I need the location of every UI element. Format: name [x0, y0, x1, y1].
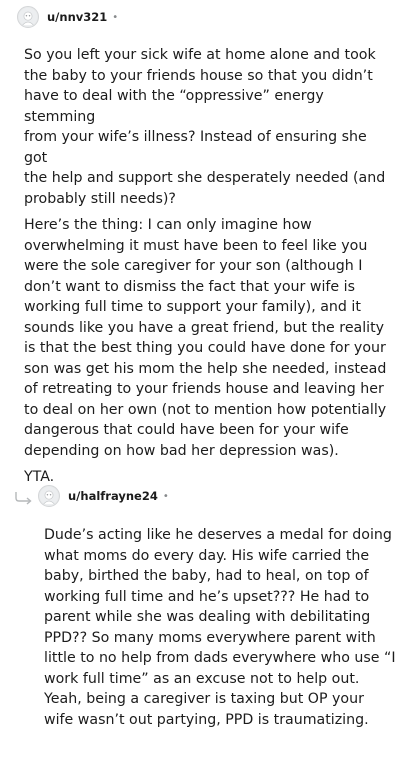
comment-body: So you left your sick wife at home alone… — [24, 45, 394, 488]
comment-header: u/nnv321 • — [17, 6, 118, 28]
default-avatar-icon — [39, 486, 59, 506]
avatar[interactable] — [17, 6, 39, 28]
reply-arrow-icon — [15, 492, 32, 505]
username[interactable]: u/halfrayne24 — [68, 489, 158, 503]
comment-header: u/halfrayne24 • — [38, 485, 169, 507]
separator-dot: • — [162, 490, 169, 502]
comment-paragraph: Dude’s acting like he deserves a medal f… — [44, 527, 396, 728]
comment-paragraph: So you left your sick wife at home alone… — [24, 47, 386, 207]
separator-dot: • — [112, 11, 119, 23]
comment-paragraph: Here’s the thing: I can only imagine how… — [24, 217, 387, 459]
comment-body: Dude’s acting like he deserves a medal f… — [44, 525, 396, 730]
avatar[interactable] — [38, 485, 60, 507]
username[interactable]: u/nnv321 — [47, 10, 107, 24]
default-avatar-icon — [18, 7, 38, 27]
reply-arrow — [14, 490, 34, 510]
